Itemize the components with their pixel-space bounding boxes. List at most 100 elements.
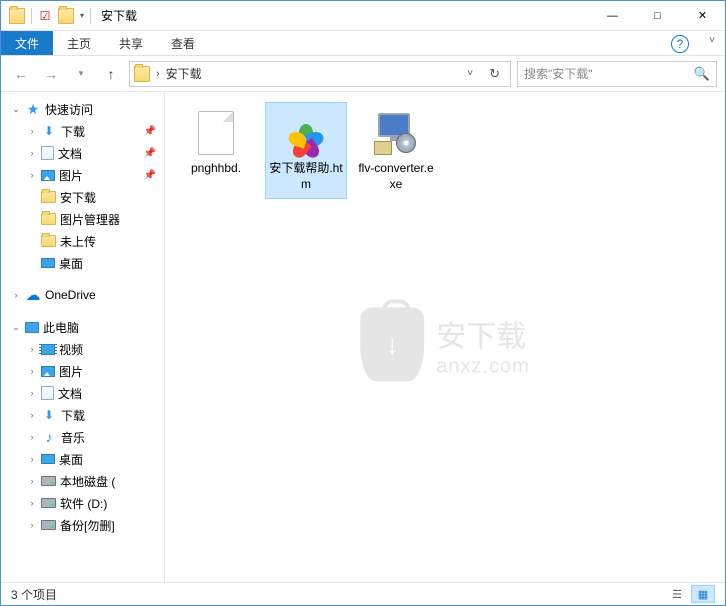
file-name: pnghhbd. xyxy=(191,161,241,177)
sidebar-item-label: 视频 xyxy=(59,341,83,358)
sidebar-item-documents[interactable]: › 文档 📌 xyxy=(1,142,164,164)
htm-file-icon xyxy=(285,112,327,154)
sidebar-item-pictures[interactable]: › 图片 📌 xyxy=(1,164,164,186)
expand-icon[interactable]: › xyxy=(27,520,37,530)
expand-icon[interactable]: › xyxy=(27,366,37,376)
search-input[interactable] xyxy=(524,67,688,81)
hdd-icon xyxy=(41,520,56,530)
file-name: flv-converter.exe xyxy=(358,161,434,192)
expand-icon[interactable]: › xyxy=(11,290,21,300)
close-button[interactable]: ✕ xyxy=(680,1,725,30)
watermark-domain: anxz.com xyxy=(436,355,530,378)
address-bar[interactable]: › 安下载 ˅ ↻ xyxy=(129,61,511,87)
sidebar-item-pic-manager[interactable]: › 图片管理器 xyxy=(1,208,164,230)
app-icon xyxy=(9,8,25,24)
sidebar-item-label: 此电脑 xyxy=(43,319,79,336)
nav-up-button[interactable]: ↑ xyxy=(99,62,123,86)
video-icon xyxy=(41,344,55,355)
expand-icon[interactable]: › xyxy=(27,410,37,420)
sidebar-item-pictures2[interactable]: › 图片 xyxy=(1,360,164,382)
sidebar-item-label: 音乐 xyxy=(61,429,85,446)
sidebar-item-not-uploaded[interactable]: › 未上传 xyxy=(1,230,164,252)
file-list[interactable]: pnghhbd. 安下载帮助.htm flv-converter.exe xyxy=(165,92,725,582)
file-item[interactable]: flv-converter.exe xyxy=(355,102,437,199)
folder-icon xyxy=(41,213,56,225)
sidebar-item-label: 桌面 xyxy=(59,255,83,272)
sidebar-item-software-d[interactable]: › 软件 (D:) xyxy=(1,492,164,514)
sidebar-item-downloads2[interactable]: › ⬇ 下载 xyxy=(1,404,164,426)
sidebar-this-pc[interactable]: ⌄ 此电脑 xyxy=(1,316,164,338)
star-icon: ★ xyxy=(25,101,41,117)
exe-file-icon xyxy=(374,111,418,155)
sidebar-item-videos[interactable]: › 视频 xyxy=(1,338,164,360)
file-item[interactable]: 安下载帮助.htm xyxy=(265,102,347,199)
status-bar: 3 个项目 ☰ ▦ xyxy=(1,582,725,605)
expand-icon[interactable]: › xyxy=(27,148,37,158)
view-details-button[interactable]: ☰ xyxy=(665,585,689,603)
hdd-icon xyxy=(41,498,56,508)
maximize-button[interactable]: □ xyxy=(635,1,680,30)
navigation-pane[interactable]: ⌄ ★ 快速访问 › ⬇ 下载 📌 › 文档 📌 › 图片 📌 › 安下载 xyxy=(1,92,165,582)
sidebar-item-label: 安下载 xyxy=(60,189,96,206)
nav-back-button[interactable]: ← xyxy=(9,62,33,86)
sidebar-item-desktop[interactable]: › 桌面 xyxy=(1,252,164,274)
sidebar-item-label: 快速访问 xyxy=(45,101,93,118)
qat-folder-icon[interactable] xyxy=(58,8,74,24)
sidebar-item-label: 本地磁盘 ( xyxy=(60,473,115,490)
titlebar: ☑ ▾ 安下载 — □ ✕ xyxy=(1,1,725,31)
view-icons-button[interactable]: ▦ xyxy=(691,585,715,603)
sidebar-onedrive[interactable]: › ☁ OneDrive xyxy=(1,284,164,306)
sidebar-item-label: 未上传 xyxy=(60,233,96,250)
sidebar-item-backup[interactable]: › 备份[勿删] xyxy=(1,514,164,536)
document-icon xyxy=(41,146,54,160)
document-icon xyxy=(41,386,54,400)
status-item-count: 3 个项目 xyxy=(11,586,57,603)
blank-file-icon xyxy=(198,111,234,155)
sidebar-item-anxz[interactable]: › 安下载 xyxy=(1,186,164,208)
file-item[interactable]: pnghhbd. xyxy=(175,102,257,184)
search-icon[interactable]: 🔍 xyxy=(694,66,710,82)
sidebar-item-desktop2[interactable]: › 桌面 xyxy=(1,448,164,470)
expand-icon[interactable]: › xyxy=(27,498,37,508)
minimize-button[interactable]: — xyxy=(590,1,635,30)
expand-icon[interactable]: › xyxy=(27,170,37,180)
expand-icon[interactable]: › xyxy=(27,344,37,354)
nav-recent-dropdown[interactable]: ▾ xyxy=(69,62,93,86)
help-icon[interactable]: ? xyxy=(671,35,689,53)
tab-home[interactable]: 主页 xyxy=(53,31,105,55)
expand-icon[interactable]: ⌄ xyxy=(11,322,21,333)
pc-icon xyxy=(25,322,39,333)
sidebar-item-local-disk[interactable]: › 本地磁盘 ( xyxy=(1,470,164,492)
sidebar-item-documents2[interactable]: › 文档 xyxy=(1,382,164,404)
sidebar-item-label: 软件 (D:) xyxy=(60,495,107,512)
nav-forward-button[interactable]: → xyxy=(39,62,63,86)
expand-icon[interactable]: › xyxy=(27,432,37,442)
address-dropdown-icon[interactable]: ˅ xyxy=(463,68,477,79)
address-path[interactable]: 安下载 xyxy=(166,65,458,82)
ribbon: 文件 主页 共享 查看 ˅ ? xyxy=(1,31,725,56)
sidebar-item-music[interactable]: › ♪ 音乐 xyxy=(1,426,164,448)
expand-icon[interactable]: › xyxy=(27,476,37,486)
sidebar-item-label: 下载 xyxy=(61,123,85,140)
sidebar-item-downloads[interactable]: › ⬇ 下载 📌 xyxy=(1,120,164,142)
expand-icon[interactable]: › xyxy=(27,126,37,136)
tab-share[interactable]: 共享 xyxy=(105,31,157,55)
expand-icon[interactable]: › xyxy=(27,454,37,464)
address-folder-icon xyxy=(134,66,150,82)
qat-dropdown-icon[interactable]: ▾ xyxy=(80,11,84,20)
download-icon: ⬇ xyxy=(41,407,57,423)
qat-properties-icon[interactable]: ☑ xyxy=(38,9,52,23)
desktop-icon xyxy=(41,258,55,268)
expand-icon[interactable]: › xyxy=(27,388,37,398)
pin-icon: 📌 xyxy=(144,170,156,181)
address-row: ← → ▾ ↑ › 安下载 ˅ ↻ 🔍 xyxy=(1,56,725,92)
tab-view[interactable]: 查看 xyxy=(157,31,209,55)
ribbon-expand-icon[interactable]: ˅ xyxy=(709,35,715,46)
sidebar-item-label: 文档 xyxy=(58,145,82,162)
sidebar-quick-access[interactable]: ⌄ ★ 快速访问 xyxy=(1,98,164,120)
expand-icon[interactable]: ⌄ xyxy=(11,104,21,115)
tab-file[interactable]: 文件 xyxy=(1,31,53,55)
address-separator[interactable]: › xyxy=(156,68,160,80)
search-box[interactable]: 🔍 xyxy=(517,61,717,87)
refresh-icon[interactable]: ↻ xyxy=(483,66,506,82)
